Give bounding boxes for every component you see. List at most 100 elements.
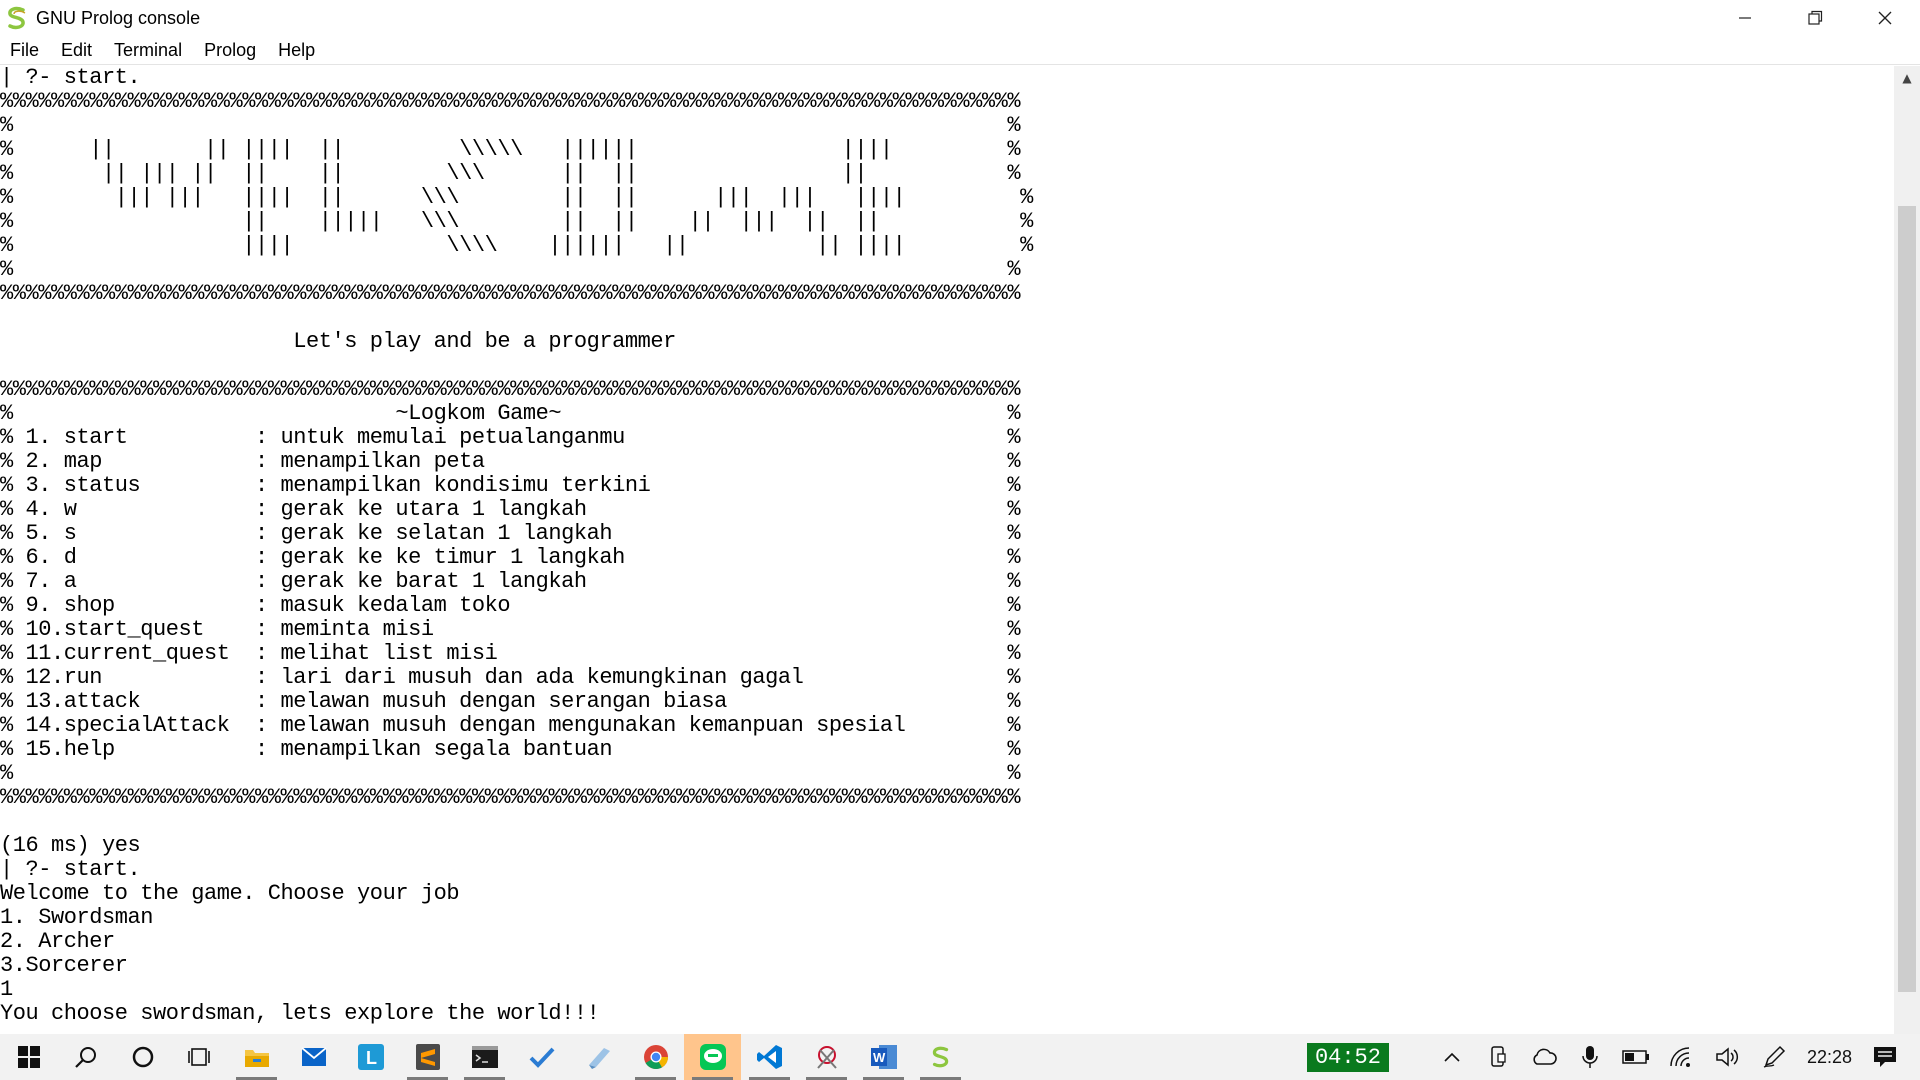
console-line: % % (0, 113, 1021, 138)
console-line: % 9. shop : masuk kedalam toko % (0, 593, 1021, 618)
menu-prolog[interactable]: Prolog (193, 40, 267, 61)
cortana-button[interactable] (114, 1034, 171, 1080)
start-button[interactable] (0, 1034, 57, 1080)
vscode-icon (756, 1045, 782, 1069)
console-line: %%%%%%%%%%%%%%%%%%%%%%%%%%%%%%%%%%%%%%%%… (0, 377, 1021, 402)
restore-button[interactable] (1780, 0, 1850, 36)
line-chat-icon (699, 1044, 726, 1070)
tray-pen[interactable] (1751, 1034, 1797, 1080)
console-line: 3.Sorcerer (0, 953, 128, 978)
console-line: % || ||| || || || \\\ || || || % (0, 161, 1021, 186)
console-line: | ?- start. (0, 66, 141, 90)
console-line: % 12.run : lari dari musuh dan ada kemun… (0, 665, 1021, 690)
window-controls (1710, 0, 1920, 36)
mail-icon (300, 1047, 327, 1066)
microphone-icon (1582, 1046, 1598, 1068)
taskbar-app-line[interactable] (684, 1034, 741, 1080)
menu-separator (0, 64, 1920, 65)
menu-edit[interactable]: Edit (50, 40, 103, 61)
window-title: GNU Prolog console (36, 7, 201, 28)
console-line: 2. Archer (0, 929, 115, 954)
console-line: % ||| ||| |||| || \\\ || || ||| ||| ||||… (0, 185, 1033, 210)
tray-wifi[interactable] (1659, 1034, 1705, 1080)
console-line: 1. Swordsman (0, 905, 154, 930)
taskbar-app-mail[interactable] (285, 1034, 342, 1080)
menu-terminal[interactable]: Terminal (103, 40, 193, 61)
console-line: %%%%%%%%%%%%%%%%%%%%%%%%%%%%%%%%%%%%%%%%… (0, 89, 1021, 114)
paint-icon (588, 1048, 610, 1069)
taskbar-app-chrome[interactable] (627, 1034, 684, 1080)
console-line: % |||| \\\\ |||||| || || |||| % (0, 233, 1033, 258)
action-center-button[interactable] (1862, 1034, 1908, 1080)
taskbar-app-sublime[interactable] (399, 1034, 456, 1080)
scroll-up-button[interactable]: ▲ (1894, 66, 1920, 90)
tray-phone[interactable] (1475, 1034, 1521, 1080)
notification-icon (1874, 1047, 1896, 1067)
taskbar-app-l[interactable]: L (342, 1034, 399, 1080)
tray-microphone[interactable] (1567, 1034, 1613, 1080)
title-bar: GNU Prolog console (0, 0, 1920, 36)
tray-battery[interactable] (1613, 1034, 1659, 1080)
gnu-prolog-icon (932, 1046, 948, 1068)
taskbar: L W 04:52 22:28 (0, 1034, 1920, 1080)
battery-icon (1622, 1050, 1649, 1064)
console-area[interactable]: | ?- start. %%%%%%%%%%%%%%%%%%%%%%%%%%%%… (0, 66, 1894, 1034)
restore-icon (1808, 10, 1823, 25)
console-line: Let's play and be a programmer (0, 329, 676, 354)
file-explorer-icon (244, 1050, 269, 1067)
console-line: % % (0, 257, 1021, 282)
menu-bar: File Edit Terminal Prolog Help (0, 36, 1920, 64)
minimize-icon (1739, 17, 1751, 19)
todo-check-icon (529, 1047, 554, 1068)
timer-text: 04:52 (1306, 1042, 1389, 1072)
l-app-icon: L (357, 1044, 384, 1070)
sublime-text-icon (415, 1044, 440, 1070)
taskbar-app-vscode[interactable] (741, 1034, 798, 1080)
console-line: % 2. map : menampilkan peta % (0, 449, 1021, 474)
phone-link-icon (1491, 1046, 1506, 1067)
console-line: %%%%%%%%%%%%%%%%%%%%%%%%%%%%%%%%%%%%%%%%… (0, 281, 1021, 306)
snipping-tool-icon (816, 1046, 837, 1069)
task-view-icon (187, 1048, 210, 1066)
taskbar-app-paint[interactable] (570, 1034, 627, 1080)
console-line: Welcome to the game. Choose your job (0, 881, 460, 906)
taskbar-app-snipping[interactable] (798, 1034, 855, 1080)
svg-text:L: L (366, 1048, 377, 1068)
console-line: % 4. w : gerak ke utara 1 langkah % (0, 497, 1021, 522)
show-hidden-icons-button[interactable] (1429, 1034, 1475, 1080)
word-icon: W (870, 1045, 897, 1069)
menu-file[interactable]: File (0, 40, 50, 61)
wifi-icon (1670, 1047, 1690, 1067)
search-button[interactable] (57, 1034, 114, 1080)
console-line: % 6. d : gerak ke ke timur 1 langkah % (0, 545, 1021, 570)
console-line: % ~Logkom Game~ % (0, 401, 1021, 426)
taskbar-app-explorer[interactable] (228, 1034, 285, 1080)
console-line: % 5. s : gerak ke selatan 1 langkah % (0, 521, 1021, 546)
console-line: % 13.attack : melawan musuh dengan seran… (0, 689, 1021, 714)
terminal-icon (471, 1046, 498, 1068)
close-button[interactable] (1850, 0, 1920, 36)
console-line: (16 ms) yes (0, 833, 141, 858)
clock-time: 22:28 (1806, 1046, 1852, 1067)
console-line: 1 (0, 977, 13, 1002)
taskbar-app-terminal[interactable] (456, 1034, 513, 1080)
minimize-button[interactable] (1710, 0, 1780, 36)
console-line: % 14.specialAttack : melawan musuh denga… (0, 713, 1021, 738)
timer-widget[interactable]: 04:52 (1306, 1034, 1429, 1080)
console-line: You choose swordsman, lets explore the w… (0, 1001, 600, 1026)
task-view-button[interactable] (171, 1034, 228, 1080)
console-line: % 3. status : menampilkan kondisimu terk… (0, 473, 1021, 498)
vertical-scrollbar[interactable]: ▲ (1894, 66, 1920, 1034)
taskbar-app-todo[interactable] (513, 1034, 570, 1080)
taskbar-app-gnu-prolog[interactable] (912, 1034, 969, 1080)
volume-icon (1716, 1047, 1738, 1067)
console-line: % || || |||| || \\\\\ |||||| |||| % (0, 137, 1021, 162)
menu-help[interactable]: Help (267, 40, 326, 61)
console-line: % 11.current_quest : melihat list misi % (0, 641, 1021, 666)
scroll-thumb[interactable] (1898, 206, 1916, 992)
search-icon (74, 1047, 96, 1068)
clock[interactable]: 22:28 (1797, 1034, 1862, 1080)
taskbar-app-word[interactable]: W (855, 1034, 912, 1080)
tray-onedrive[interactable] (1521, 1034, 1567, 1080)
tray-volume[interactable] (1705, 1034, 1751, 1080)
